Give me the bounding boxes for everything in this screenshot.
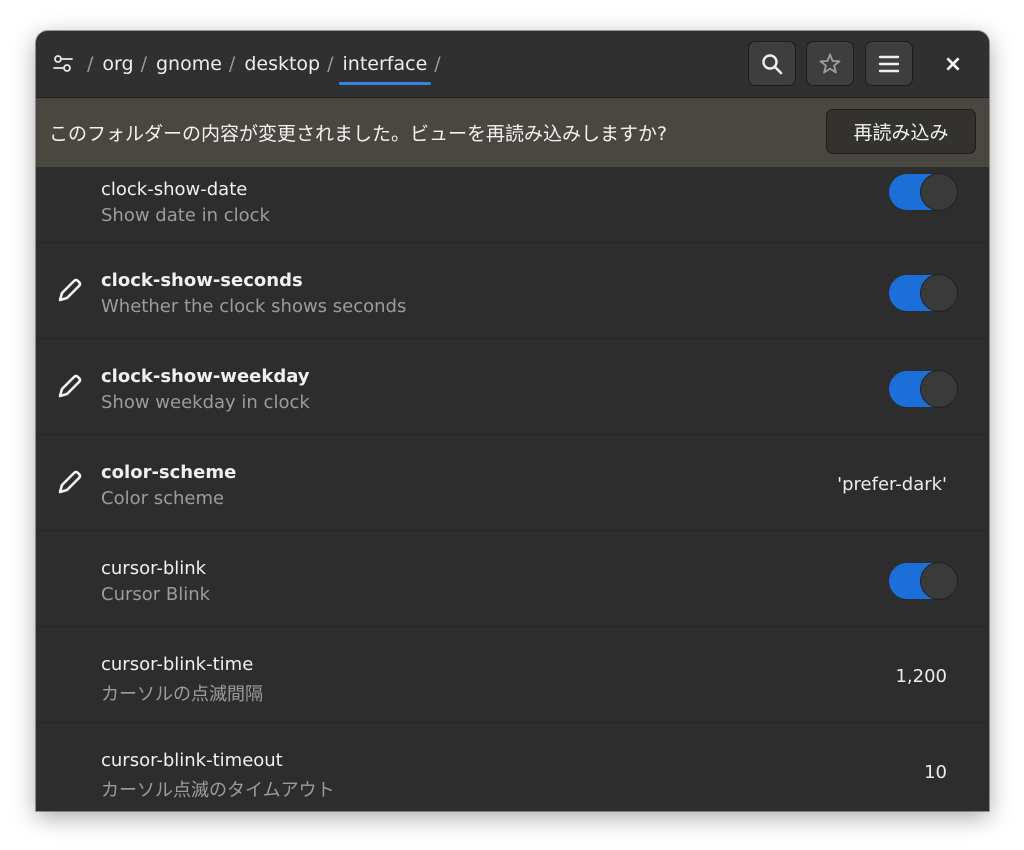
list-item[interactable]: cursor-blink-timeout カーソル点滅のタイムアウト 10 <box>36 723 989 811</box>
star-icon <box>819 53 841 73</box>
key-name: color-scheme <box>101 462 237 483</box>
close-button[interactable]: × <box>940 51 966 77</box>
search-icon <box>762 53 783 74</box>
breadcrumb-item-org[interactable]: org <box>102 53 133 75</box>
key-summary: カーソルの点滅間隔 <box>101 684 263 705</box>
hamburger-menu-icon <box>878 55 900 72</box>
header-bar: / org / gnome / desktop / interface / × <box>36 31 989 98</box>
keys-list: clock-show-date Show date in clock clock… <box>36 167 989 811</box>
key-value: 10 <box>924 762 947 783</box>
pencil-icon <box>58 278 82 302</box>
breadcrumb-item-interface[interactable]: interface <box>338 53 432 85</box>
breadcrumb-item-gnome[interactable]: gnome <box>156 53 222 75</box>
key-name: clock-show-weekday <box>101 366 310 387</box>
key-name: cursor-blink-time <box>101 654 254 675</box>
key-name: clock-show-date <box>101 179 248 200</box>
key-value: 1,200 <box>895 666 947 687</box>
key-summary: Show date in clock <box>101 205 270 226</box>
breadcrumb-separator: / <box>140 53 147 75</box>
list-item[interactable]: clock-show-date Show date in clock <box>36 167 989 243</box>
pencil-icon <box>58 374 82 398</box>
key-summary: Color scheme <box>101 488 225 509</box>
list-item[interactable]: clock-show-weekday Show weekday in clock <box>36 339 989 435</box>
breadcrumb-separator: / <box>87 53 94 75</box>
list-item[interactable]: clock-show-seconds Whether the clock sho… <box>36 243 989 339</box>
reload-button[interactable]: 再読み込み <box>826 109 976 154</box>
breadcrumb-separator: / <box>327 53 334 75</box>
list-item[interactable]: cursor-blink-time カーソルの点滅間隔 1,200 <box>36 627 989 723</box>
reload-infobar: このフォルダーの内容が変更されました。ビューを再読み込みしますか? 再読み込み <box>36 98 989 167</box>
list-item[interactable]: cursor-blink Cursor Blink <box>36 531 989 627</box>
search-button[interactable] <box>748 41 796 86</box>
toggle-switch[interactable] <box>889 371 957 407</box>
list-item[interactable]: color-scheme Color scheme 'prefer-dark' <box>36 435 989 531</box>
key-value: 'prefer-dark' <box>837 474 947 495</box>
key-summary: Whether the clock shows seconds <box>101 296 407 317</box>
key-name: cursor-blink-timeout <box>101 750 283 771</box>
breadcrumb-separator: / <box>228 53 236 75</box>
toggle-switch[interactable] <box>889 174 957 210</box>
settings-sliders-icon[interactable] <box>52 53 74 75</box>
key-summary: カーソル点滅のタイムアウト <box>101 780 335 801</box>
key-name: cursor-blink <box>101 558 207 579</box>
pencil-icon <box>58 470 82 494</box>
breadcrumb: / org / gnome / desktop / interface / <box>80 51 450 85</box>
toggle-switch[interactable] <box>889 275 957 311</box>
main-menu-button[interactable] <box>865 41 913 86</box>
breadcrumb-item-desktop[interactable]: desktop <box>244 53 320 75</box>
close-icon: × <box>943 51 963 77</box>
key-summary: Cursor Blink <box>101 584 211 605</box>
bookmarks-button[interactable] <box>806 41 854 86</box>
dconf-editor-window: / org / gnome / desktop / interface / × … <box>36 31 989 811</box>
toggle-switch[interactable] <box>889 563 957 599</box>
breadcrumb-separator: / <box>434 53 441 75</box>
key-summary: Show weekday in clock <box>101 392 310 413</box>
infobar-message: このフォルダーの内容が変更されました。ビューを再読み込みしますか? <box>49 123 668 145</box>
key-name: clock-show-seconds <box>101 270 303 291</box>
